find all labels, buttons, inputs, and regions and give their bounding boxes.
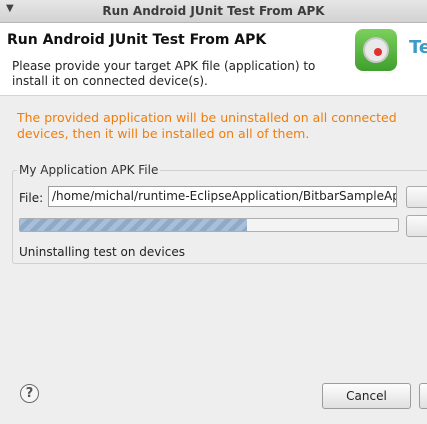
window-title: Run Android JUnit Test From APK <box>102 4 325 18</box>
apk-group-label: My Application APK File <box>17 163 161 177</box>
testdroid-logo-icon <box>355 29 397 71</box>
dialog-header: Run Android JUnit Test From APK Please p… <box>0 23 427 96</box>
progress-fill <box>20 219 247 231</box>
apk-file-input[interactable]: /home/michal/runtime-EclipseApplication/… <box>48 186 397 207</box>
next-button[interactable] <box>419 383 427 409</box>
uninstall-warning: The provided application will be uninsta… <box>17 110 397 141</box>
progress-bar <box>19 218 399 232</box>
window-titlebar[interactable]: ▼ Run Android JUnit Test From APK <box>0 0 427 23</box>
file-label: File: <box>19 191 44 205</box>
logo-text: Te <box>409 37 427 58</box>
browse-button[interactable] <box>406 186 427 208</box>
progress-stop-button[interactable] <box>406 215 427 237</box>
logo-record-dot <box>374 48 382 56</box>
progress-status: Uninstalling test on devices <box>19 245 185 259</box>
dialog-description: Please provide your target APK file (app… <box>12 59 316 88</box>
help-icon[interactable]: ? <box>20 384 39 403</box>
cancel-button[interactable]: Cancel <box>322 383 411 409</box>
dialog-title: Run Android JUnit Test From APK <box>7 32 267 48</box>
logo-lens <box>363 37 389 63</box>
